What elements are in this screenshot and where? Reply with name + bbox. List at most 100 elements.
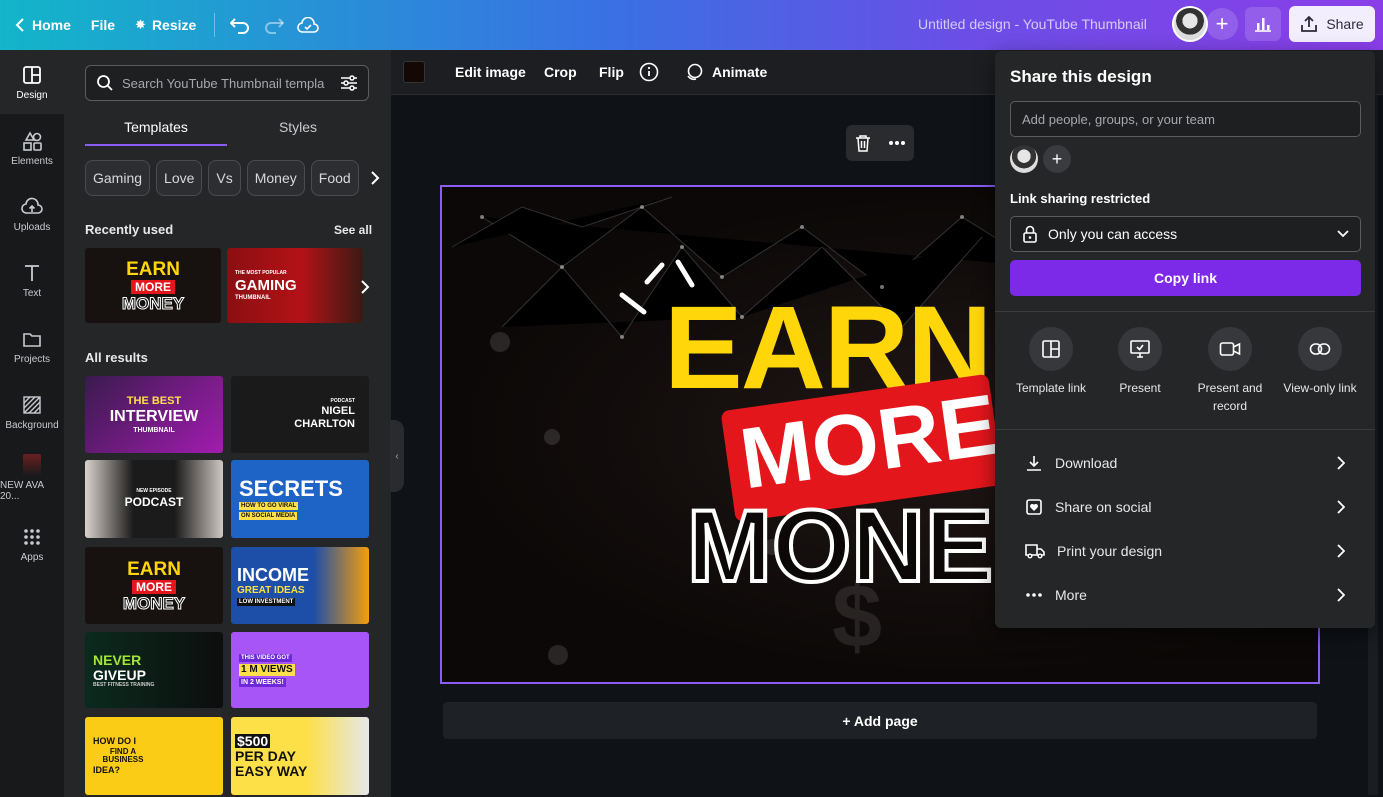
user-avatar[interactable] — [1172, 6, 1208, 42]
result-template-6[interactable]: INCOME GREAT IDEAS LOW INVESTMENT — [231, 547, 369, 624]
tab-templates[interactable]: Templates — [85, 116, 227, 146]
chevron-right-icon — [1337, 500, 1345, 514]
add-people-placeholder: Add people, groups, or your team — [1022, 111, 1215, 127]
rail-design[interactable]: Design — [0, 50, 64, 114]
category-chips: Gaming Love Vs Money Food — [85, 160, 385, 196]
see-all-link[interactable]: See all — [334, 223, 372, 237]
rail-custom-folder[interactable]: NEW AVA 20... — [0, 446, 64, 510]
redo-button[interactable] — [257, 8, 291, 42]
share-upload-icon — [1301, 15, 1318, 32]
thumb-line1: SECRETS — [239, 476, 343, 501]
rail-text[interactable]: Text — [0, 248, 64, 312]
chips-next-button[interactable] — [365, 160, 385, 196]
rail-projects-label: Projects — [13, 353, 51, 365]
share-on-social-row[interactable]: Share on social — [1025, 492, 1345, 522]
collaborator-avatar[interactable] — [1010, 145, 1038, 173]
info-icon[interactable] — [639, 62, 659, 82]
flip-button[interactable]: Flip — [599, 64, 624, 80]
result-template-10[interactable]: $500 PER DAY EASY WAY — [231, 717, 369, 795]
more-row[interactable]: More — [1025, 580, 1345, 610]
crop-button[interactable]: Crop — [544, 64, 577, 80]
edit-image-button[interactable]: Edit image — [455, 64, 526, 80]
tab-styles[interactable]: Styles — [227, 116, 369, 146]
add-page-button[interactable]: + Add page — [443, 702, 1317, 739]
thumb-line2: PODCAST — [124, 494, 184, 509]
download-label: Download — [1055, 455, 1118, 471]
plus-icon: + — [1215, 11, 1229, 36]
more-horizontal-icon[interactable] — [888, 140, 906, 146]
undo-button[interactable] — [223, 8, 257, 42]
result-template-2[interactable]: PODCAST NIGEL CHARLTON — [231, 376, 369, 453]
print-design-row[interactable]: Print your design — [1025, 536, 1345, 566]
download-icon — [1027, 456, 1041, 471]
folder-icon — [23, 332, 41, 347]
design-icon — [23, 65, 41, 84]
animate-icon — [687, 63, 703, 81]
chevron-right-icon — [361, 280, 370, 294]
template-link-option[interactable]: Template link — [1006, 327, 1096, 397]
filter-icon[interactable] — [340, 75, 358, 91]
result-template-4[interactable]: SECRETS HOW TO GO VIRAL ON SOCIAL MEDIA — [231, 460, 369, 538]
color-swatch[interactable] — [403, 61, 425, 83]
thumb-line1: THE MOST POPULAR — [235, 269, 287, 276]
plus-icon: + — [1051, 148, 1063, 169]
access-level-select[interactable]: Only you can access — [1010, 216, 1361, 252]
chip-vs[interactable]: Vs — [208, 160, 241, 196]
chip-money[interactable]: Money — [246, 160, 305, 196]
collapse-panel-handle[interactable]: ‹ — [390, 420, 404, 492]
thumb-line3: THUMBNAIL — [235, 294, 271, 301]
rail-elements[interactable]: Elements — [0, 116, 64, 180]
view-only-icon-wrap — [1298, 327, 1342, 371]
add-people-input[interactable]: Add people, groups, or your team — [1010, 101, 1361, 137]
copy-link-button[interactable]: Copy link — [1010, 260, 1361, 296]
result-template-9[interactable]: HOW DO I FIND A BUSINESS IDEA? — [85, 717, 223, 795]
chip-gaming[interactable]: Gaming — [85, 160, 151, 196]
view-only-link-option[interactable]: View-only link — [1275, 327, 1365, 397]
recent-next-button[interactable] — [354, 272, 376, 302]
thumb-line2: INTERVIEW — [109, 407, 199, 425]
trash-icon[interactable] — [855, 134, 871, 152]
chip-food[interactable]: Food — [310, 160, 359, 196]
access-level-value: Only you can access — [1048, 226, 1178, 242]
redo-icon — [265, 18, 285, 34]
document-title[interactable]: Untitled design - YouTube Thumbnail — [918, 16, 1147, 32]
left-rail: Design Elements Uploads Text Projects Ba… — [0, 50, 64, 797]
result-template-3[interactable]: NEW EPISODE PODCAST — [85, 460, 223, 538]
rail-projects[interactable]: Projects — [0, 314, 64, 378]
download-row[interactable]: Download — [1025, 448, 1345, 478]
rail-background[interactable]: Background — [0, 380, 64, 444]
background-icon — [23, 395, 41, 414]
thumb-line3: THUMBNAIL — [133, 426, 175, 434]
present-option[interactable]: Present — [1095, 327, 1185, 397]
present-icon-wrap — [1118, 327, 1162, 371]
present-and-record-option[interactable]: Present and record — [1185, 327, 1275, 415]
result-template-1[interactable]: THE BEST INTERVIEW THUMBNAIL — [85, 376, 223, 453]
templates-panel: Search YouTube Thumbnail templa Template… — [64, 50, 391, 797]
thumb-line1: INCOME — [237, 564, 309, 585]
file-menu[interactable]: File — [81, 0, 125, 50]
home-button[interactable]: Home — [0, 0, 81, 50]
insights-button[interactable] — [1245, 7, 1281, 41]
rail-apps[interactable]: Apps — [0, 512, 64, 576]
home-label: Home — [32, 17, 71, 33]
cloud-save-button[interactable] — [291, 8, 325, 42]
design-headline-money[interactable]: MONE — [685, 493, 995, 599]
share-button[interactable]: Share — [1289, 6, 1375, 42]
animate-button[interactable]: Animate — [712, 64, 767, 80]
elements-icon — [23, 130, 42, 151]
resize-button[interactable]: ✸ Resize — [125, 0, 206, 50]
result-template-8[interactable]: THIS VIDEO GOT 1 M VIEWS IN 2 WEEKS! — [231, 632, 369, 708]
thumb-line2: GAMING — [235, 276, 297, 294]
chip-love[interactable]: Love — [156, 160, 203, 196]
add-collaborator-button[interactable]: + — [1206, 8, 1238, 40]
result-template-5[interactable]: EARN MORE MONEY — [85, 547, 223, 624]
template-link-icon-wrap — [1029, 327, 1073, 371]
search-input[interactable]: Search YouTube Thumbnail templa — [122, 76, 332, 91]
rail-uploads-label: Uploads — [13, 221, 51, 233]
add-collaborator-button[interactable]: + — [1043, 145, 1071, 173]
rail-uploads[interactable]: Uploads — [0, 182, 64, 246]
recent-template-1[interactable]: EARN MORE MONEY — [85, 248, 221, 323]
template-search[interactable]: Search YouTube Thumbnail templa — [85, 65, 369, 101]
result-template-7[interactable]: NEVER GIVEUP BEST FITNESS TRAINING — [85, 632, 223, 708]
recent-template-2[interactable]: THE MOST POPULAR GAMING THUMBNAIL — [227, 248, 363, 323]
